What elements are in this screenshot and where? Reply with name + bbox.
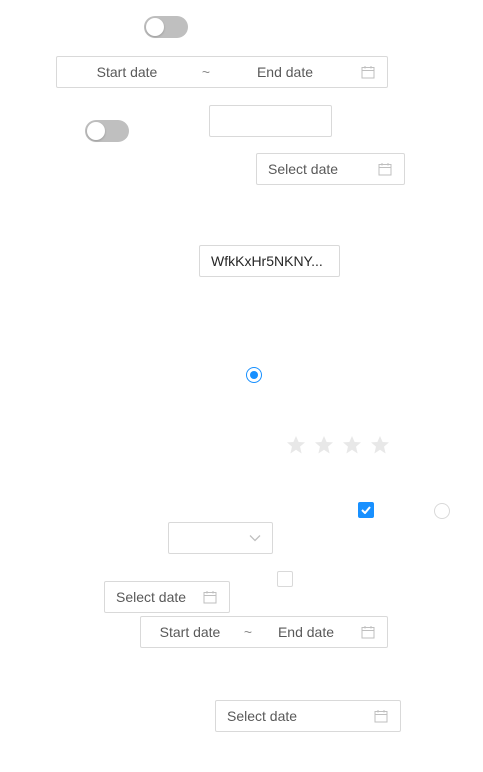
select-dropdown[interactable] <box>168 522 273 554</box>
star-rating[interactable] <box>286 435 390 455</box>
calendar-icon <box>203 590 217 604</box>
date-picker-placeholder: Select date <box>116 589 187 605</box>
radio-button-unchecked[interactable] <box>434 503 450 519</box>
range-start-input[interactable]: Start date <box>57 64 197 80</box>
checkbox-unchecked[interactable] <box>277 571 293 587</box>
range-end-input[interactable]: End date <box>257 624 355 640</box>
toggle-switch-2[interactable] <box>85 120 129 142</box>
radio-button-checked[interactable] <box>246 367 262 383</box>
switch-knob <box>87 122 105 140</box>
range-separator: ~ <box>243 624 253 640</box>
calendar-icon <box>374 709 388 723</box>
calendar-icon <box>361 625 375 639</box>
star-icon[interactable] <box>370 435 390 455</box>
calendar-icon <box>361 65 375 79</box>
toggle-switch-1[interactable] <box>144 16 188 38</box>
date-picker-1[interactable]: Select date <box>256 153 405 185</box>
star-icon[interactable] <box>286 435 306 455</box>
date-range-picker-1[interactable]: Start date ~ End date <box>56 56 388 88</box>
date-picker-2[interactable]: Select date <box>104 581 230 613</box>
calendar-icon <box>378 162 392 176</box>
star-icon[interactable] <box>314 435 334 455</box>
date-picker-placeholder: Select date <box>227 708 298 724</box>
text-input-value: WfkKxHr5NKNY... <box>211 253 323 269</box>
empty-text-input[interactable] <box>209 105 332 137</box>
date-range-picker-2[interactable]: Start date ~ End date <box>140 616 388 648</box>
chevron-down-icon <box>249 534 261 542</box>
switch-knob <box>146 18 164 36</box>
date-picker-placeholder: Select date <box>268 161 339 177</box>
star-icon[interactable] <box>342 435 362 455</box>
range-end-input[interactable]: End date <box>215 64 355 80</box>
range-start-input[interactable]: Start date <box>141 624 239 640</box>
text-input[interactable]: WfkKxHr5NKNY... <box>199 245 340 277</box>
checkmark-icon <box>361 506 371 514</box>
radio-dot <box>250 371 258 379</box>
range-separator: ~ <box>201 64 211 80</box>
checkbox-checked[interactable] <box>358 502 374 518</box>
date-picker-3[interactable]: Select date <box>215 700 401 732</box>
